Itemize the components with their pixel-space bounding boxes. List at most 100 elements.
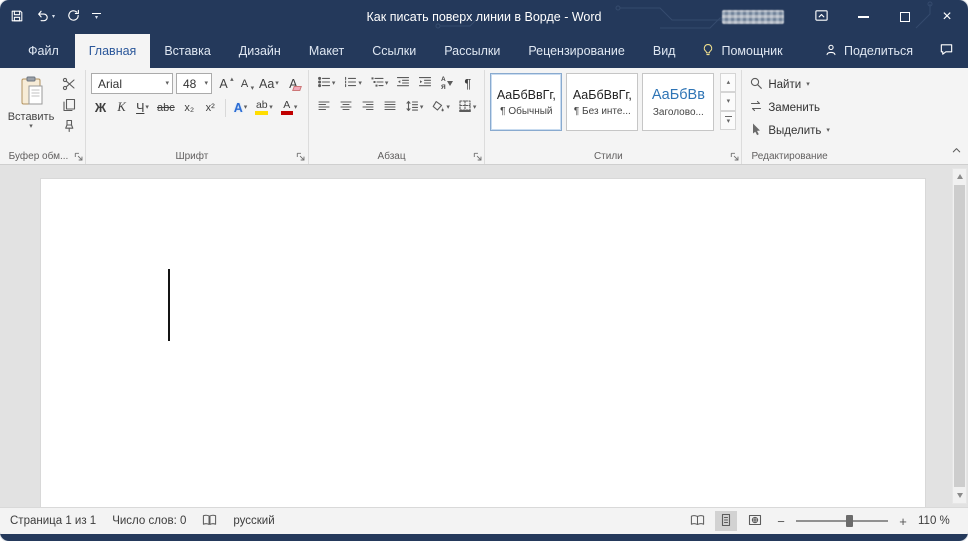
paste-dropdown-arrow: ▾ <box>29 123 33 130</box>
undo-button[interactable]: ▾ <box>35 8 55 26</box>
page-indicator[interactable]: Страница 1 из 1 <box>10 515 96 527</box>
align-center-button[interactable] <box>336 97 356 118</box>
font-row-1: Arial ▾ 48 ▾ А ▴ А ▾ Aa ▾ А <box>91 73 303 94</box>
close-button[interactable]: × <box>926 0 968 34</box>
decrease-indent-icon <box>396 75 410 92</box>
quick-access-toolbar: ▾ ▾ <box>10 8 102 26</box>
multilevel-list-button[interactable]: ▾ <box>367 73 392 94</box>
font-dialog-launcher[interactable] <box>295 150 307 162</box>
tab-layout[interactable]: Макет <box>295 34 358 68</box>
tell-me-assistant[interactable]: Помощник <box>689 34 794 68</box>
font-size-combo[interactable]: 48 ▾ <box>176 73 212 94</box>
customize-quick-access-button[interactable]: ▾ <box>92 12 102 21</box>
italic-button[interactable]: К <box>112 97 131 118</box>
tab-mailings[interactable]: Рассылки <box>430 34 514 68</box>
feedback-button[interactable] <box>925 34 968 68</box>
clear-formatting-button[interactable]: А <box>284 73 303 94</box>
find-button[interactable]: Найти ▾ <box>747 75 832 94</box>
font-color-dropdown-arrow: ▾ <box>293 104 298 111</box>
document-page[interactable] <box>40 178 926 507</box>
scrollbar-thumb[interactable] <box>954 185 965 487</box>
zoom-slider-thumb[interactable] <box>845 515 853 527</box>
decrease-indent-button[interactable] <box>393 73 413 94</box>
share-button[interactable]: Поделиться <box>812 34 925 68</box>
font-color-button[interactable]: А ▾ <box>278 97 301 118</box>
web-layout-button[interactable] <box>744 511 766 531</box>
scroll-up-button[interactable] <box>953 169 966 184</box>
bold-button[interactable]: Ж <box>91 97 110 118</box>
zoom-out-button[interactable]: − <box>773 512 789 530</box>
cut-button[interactable] <box>58 75 80 95</box>
read-mode-button[interactable] <box>686 511 708 531</box>
underline-button[interactable]: Ч ▾ <box>133 97 152 118</box>
align-left-button[interactable] <box>314 97 334 118</box>
change-case-dropdown-arrow: ▾ <box>275 80 279 87</box>
grow-font-button[interactable]: А ▴ <box>214 73 233 94</box>
style-no-spacing[interactable]: АаБбВвГг, ¶ Без инте... <box>566 73 639 131</box>
redo-button[interactable] <box>66 8 81 26</box>
line-spacing-button[interactable]: ▾ <box>402 97 427 118</box>
highlight-color-swatch <box>255 111 269 116</box>
tab-design[interactable]: Дизайн <box>225 34 295 68</box>
select-button[interactable]: Выделить ▾ <box>747 121 832 140</box>
highlight-color-button[interactable]: ab ▾ <box>252 97 276 118</box>
bullets-button[interactable]: ▾ <box>314 73 339 94</box>
tab-references[interactable]: Ссылки <box>358 34 430 68</box>
scroll-down-button[interactable] <box>953 488 966 503</box>
show-paragraph-marks-button[interactable]: ¶ <box>458 73 477 94</box>
font-family-combo[interactable]: Arial ▾ <box>91 73 173 94</box>
zoom-slider[interactable] <box>796 515 888 527</box>
paste-button[interactable]: Вставить ▾ <box>7 73 55 137</box>
zoom-in-button[interactable]: + <box>895 512 911 530</box>
shrink-font-button[interactable]: А ▾ <box>235 73 254 94</box>
styles-scroll-down-button[interactable]: ▾ <box>720 92 737 111</box>
align-right-button[interactable] <box>358 97 378 118</box>
proofing-status-button[interactable] <box>202 513 217 530</box>
copy-button[interactable] <box>58 96 80 116</box>
sort-button[interactable]: АЯ <box>437 73 456 94</box>
styles-more-button[interactable]: ▾ <box>720 111 737 130</box>
borders-grid-icon <box>458 99 472 116</box>
format-painter-button[interactable] <box>58 117 80 137</box>
numbering-button[interactable]: ▾ <box>340 73 365 94</box>
maximize-button[interactable] <box>884 0 926 34</box>
word-count[interactable]: Число слов: 0 <box>112 515 186 527</box>
text-effects-button[interactable]: А ▾ <box>231 97 251 118</box>
font-size-dropdown-arrow: ▾ <box>204 80 208 87</box>
tab-home[interactable]: Главная <box>74 34 151 68</box>
zoom-level[interactable]: 110 % <box>918 515 956 527</box>
change-case-button[interactable]: Aa ▾ <box>256 73 282 94</box>
tab-insert[interactable]: Вставка <box>150 34 224 68</box>
shading-button[interactable]: ▾ <box>428 97 453 118</box>
tab-view[interactable]: Вид <box>639 34 690 68</box>
tab-review[interactable]: Рецензирование <box>514 34 639 68</box>
increase-indent-button[interactable] <box>415 73 435 94</box>
subscript-button[interactable]: x₂ <box>180 97 199 118</box>
scroll-down-icon <box>956 493 963 498</box>
strikethrough-button[interactable]: abc <box>154 97 178 118</box>
paragraph-dialog-launcher[interactable] <box>471 150 483 162</box>
justify-button[interactable] <box>380 97 400 118</box>
replace-button[interactable]: Заменить <box>747 98 832 117</box>
style-heading-1[interactable]: АаБбВв Заголово... <box>642 73 715 131</box>
superscript-button[interactable]: x² <box>201 97 220 118</box>
styles-scroll-up-button[interactable]: ▴ <box>720 73 737 92</box>
clipboard-icon <box>18 76 44 109</box>
underline-dropdown-arrow: ▾ <box>145 104 149 111</box>
tab-file[interactable]: Файл <box>12 34 75 68</box>
align-center-icon <box>339 99 353 116</box>
collapse-ribbon-button[interactable] <box>949 142 964 161</box>
language-indicator[interactable]: русский <box>233 515 274 527</box>
minimize-button[interactable] <box>842 0 884 34</box>
assistant-label: Помощник <box>721 44 783 58</box>
proofing-book-icon <box>202 513 217 530</box>
styles-dialog-launcher[interactable] <box>728 150 740 162</box>
ribbon-tabs-row: Файл Главная Вставка Дизайн Макет Ссылки… <box>0 34 968 68</box>
borders-button[interactable]: ▾ <box>455 97 480 118</box>
vertical-scrollbar[interactable] <box>952 168 967 504</box>
clipboard-dialog-launcher[interactable] <box>72 150 84 162</box>
save-button[interactable] <box>10 9 24 26</box>
ribbon-display-options-button[interactable] <box>800 0 842 34</box>
style-normal[interactable]: АаБбВвГг, ¶ Обычный <box>490 73 563 131</box>
print-layout-button[interactable] <box>715 511 737 531</box>
